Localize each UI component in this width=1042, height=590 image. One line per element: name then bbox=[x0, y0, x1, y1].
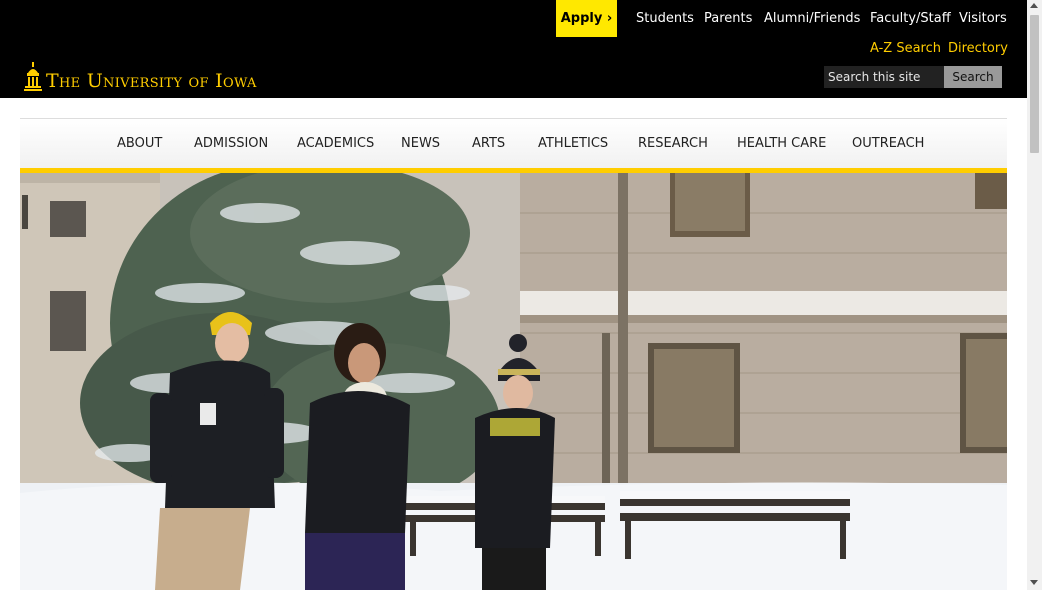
nav-item-health-care[interactable]: HEALTH CARE bbox=[737, 136, 826, 151]
search-input[interactable] bbox=[824, 66, 944, 88]
scrollbar-thumb[interactable] bbox=[1030, 15, 1039, 153]
hero-image bbox=[20, 173, 1007, 590]
nav-link-students[interactable]: Students bbox=[636, 11, 694, 29]
scroll-up-arrow-icon[interactable] bbox=[1030, 3, 1038, 8]
scroll-down-arrow-icon[interactable] bbox=[1030, 580, 1038, 585]
a-z-search-link[interactable]: A-Z Search bbox=[870, 41, 941, 56]
main-navigation: ABOUT ADMISSION ACADEMICS NEWS ARTS ATHL… bbox=[20, 118, 1007, 168]
nav-item-admission[interactable]: ADMISSION bbox=[194, 136, 268, 151]
apply-button[interactable]: Apply › bbox=[556, 0, 617, 37]
hero-photo-students-winter bbox=[20, 173, 1007, 590]
nav-link-parents[interactable]: Parents bbox=[704, 11, 752, 29]
vertical-scrollbar[interactable] bbox=[1027, 0, 1042, 590]
nav-item-news[interactable]: NEWS bbox=[401, 136, 440, 151]
old-capitol-icon bbox=[24, 62, 42, 91]
nav-item-about[interactable]: ABOUT bbox=[117, 136, 162, 151]
university-logo[interactable]: The University of Iowa bbox=[24, 62, 257, 92]
nav-item-academics[interactable]: ACADEMICS bbox=[297, 136, 374, 151]
search-button[interactable]: Search bbox=[944, 66, 1002, 88]
nav-item-athletics[interactable]: ATHLETICS bbox=[538, 136, 608, 151]
nav-item-outreach[interactable]: OUTREACH bbox=[852, 136, 924, 151]
nav-item-research[interactable]: RESEARCH bbox=[638, 136, 708, 151]
nav-link-faculty-staff[interactable]: Faculty/Staff bbox=[870, 11, 951, 29]
nav-link-alumni-friends[interactable]: Alumni/Friends bbox=[764, 11, 860, 29]
directory-link[interactable]: Directory bbox=[948, 41, 1008, 56]
top-header: The University of Iowa Apply › Students … bbox=[0, 0, 1027, 98]
nav-item-arts[interactable]: ARTS bbox=[472, 136, 505, 151]
nav-link-visitors[interactable]: Visitors bbox=[959, 11, 1007, 29]
logo-text: The University of Iowa bbox=[46, 70, 257, 92]
